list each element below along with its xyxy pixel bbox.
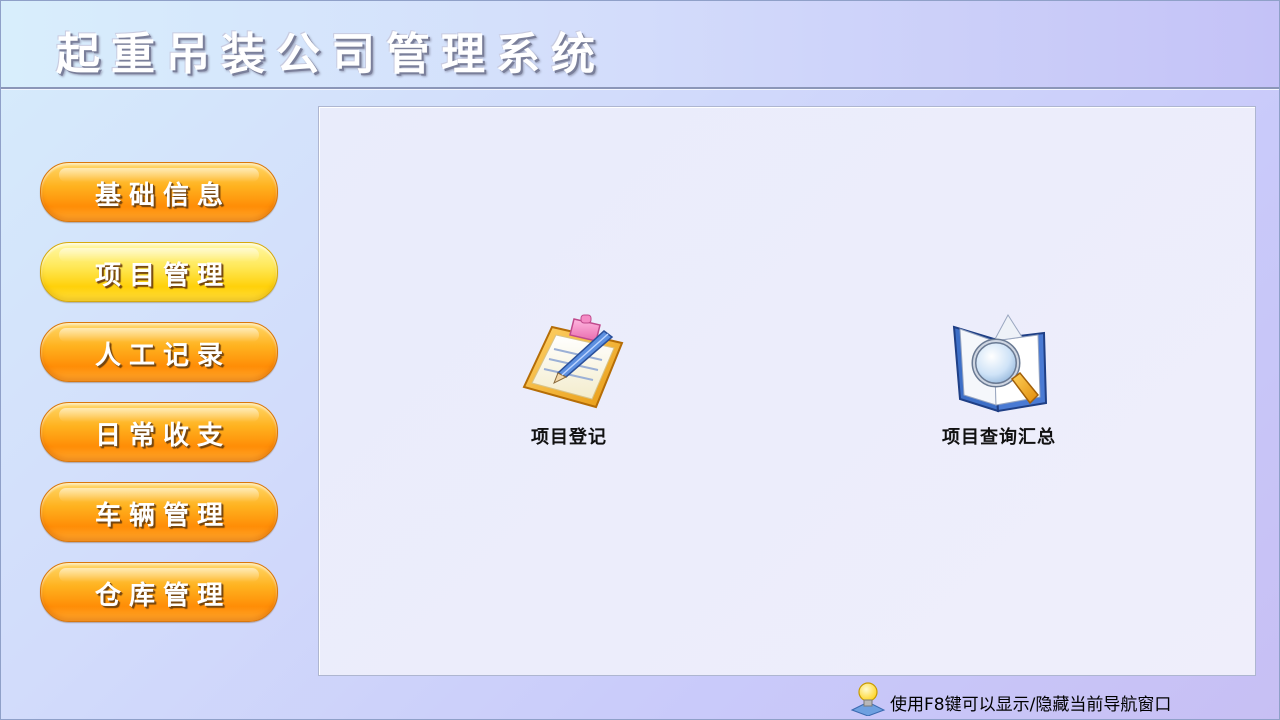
func-label: 项目查询汇总	[942, 427, 1056, 448]
book-magnifier-icon	[934, 307, 1064, 417]
nav-button-label: 车辆管理	[94, 501, 231, 531]
nav-button-label: 日常收支	[94, 421, 231, 451]
clipboard-pencil-icon	[504, 307, 634, 417]
status-hint: 使用F8键可以显示/隐藏当前导航窗口	[890, 695, 1172, 715]
nav-button-basic-info[interactable]: 基础信息	[40, 162, 278, 222]
func-project-registration[interactable]: 项目登记	[469, 307, 669, 449]
title-bar: 起重吊装公司管理系统	[0, 0, 1280, 89]
nav-button-label: 基础信息	[94, 181, 231, 211]
nav-button-vehicle-management[interactable]: 车辆管理	[40, 482, 278, 542]
nav-button-label: 人工记录	[94, 341, 231, 371]
nav-button-project-management[interactable]: 项目管理	[40, 242, 278, 302]
main-content-panel: 项目登记 项目查询汇总	[318, 106, 1256, 676]
nav-button-label: 仓库管理	[94, 581, 231, 611]
nav-button-warehouse-management[interactable]: 仓库管理	[40, 562, 278, 622]
nav-button-label: 项目管理	[94, 261, 231, 291]
func-project-query-summary[interactable]: 项目查询汇总	[899, 307, 1099, 449]
nav-button-labor-records[interactable]: 人工记录	[40, 322, 278, 382]
status-bar: 使用F8键可以显示/隐藏当前导航窗口	[846, 680, 1266, 717]
lightbulb-icon	[848, 680, 888, 720]
func-label: 项目登记	[531, 427, 607, 448]
app-title: 起重吊装公司管理系统	[56, 29, 606, 80]
nav-button-daily-finance[interactable]: 日常收支	[40, 402, 278, 462]
